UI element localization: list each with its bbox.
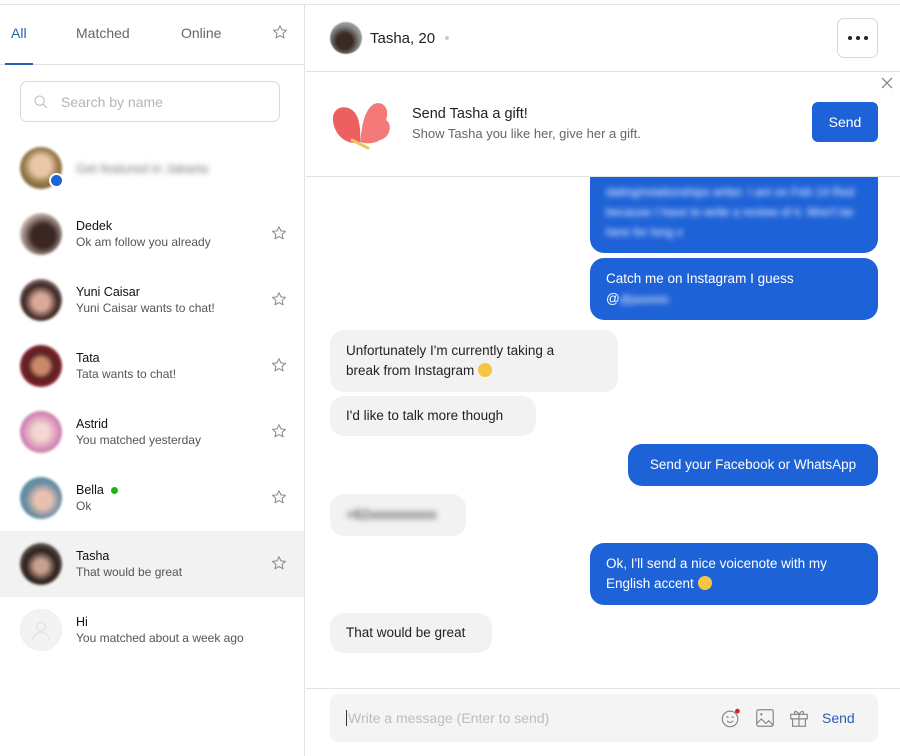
contact-item-selected[interactable]: Tasha That would be great: [0, 531, 304, 597]
chat-contact-name[interactable]: Tasha, 20: [370, 30, 435, 47]
close-icon[interactable]: [880, 76, 894, 90]
send-message-button[interactable]: Send: [822, 710, 855, 726]
avatar: [20, 213, 62, 255]
contact-name: Tasha: [76, 549, 110, 563]
contact-name: Yuni Caisar: [76, 285, 140, 299]
ellipsis-icon: [863, 36, 868, 40]
blurred-handle: @jasetolo: [619, 293, 669, 306]
tab-matched[interactable]: Matched: [76, 25, 130, 41]
star-icon[interactable]: [271, 291, 287, 307]
message-outgoing: dating/relationships writer. I am on Feb…: [590, 177, 878, 253]
search-box[interactable]: [20, 81, 280, 122]
active-tab-indicator: [5, 63, 33, 65]
message-text-part: break from Instagram: [346, 363, 475, 378]
contact-preview: Ok am follow you already: [76, 235, 211, 249]
chat-panel: Tasha, 20 Send Tasha a gift! Show Tasha …: [306, 5, 900, 756]
message-composer: Send: [330, 694, 878, 742]
message-text: Catch me on Instagram I guess: [606, 270, 794, 286]
contact-preview: You matched about a week ago: [76, 631, 244, 645]
star-icon[interactable]: [271, 357, 287, 373]
send-gift-button[interactable]: Send: [812, 102, 878, 142]
emoji-icon[interactable]: [720, 707, 742, 729]
message-text-line2: English accent: [606, 574, 862, 594]
contact-preview: You matched yesterday: [76, 433, 201, 447]
gift-icon[interactable]: [788, 707, 810, 729]
contact-name: Tata: [76, 351, 100, 365]
contact-list: Get featured in Jakarta Dedek Ok am foll…: [0, 135, 304, 663]
sweat-smile-emoji-icon: [478, 363, 493, 377]
more-options-button[interactable]: [837, 18, 878, 58]
message-text: dating/relationships writer. I am on Feb…: [606, 185, 855, 239]
status-dot: [445, 36, 450, 40]
default-avatar-icon: [20, 609, 62, 651]
get-featured-item[interactable]: Get featured in Jakarta: [0, 135, 304, 201]
avatar: [20, 345, 62, 387]
contact-name-text: Bella: [76, 483, 104, 497]
contact-name: Dedek: [76, 219, 113, 233]
star-icon[interactable]: [271, 423, 287, 439]
search-icon: [34, 94, 48, 108]
contact-name: Hi: [76, 615, 88, 629]
message-incoming: That would be great: [330, 613, 492, 653]
message-incoming: +62xxxxxxxxxx: [330, 494, 466, 536]
message-thread: dating/relationships writer. I am on Feb…: [306, 177, 900, 687]
star-icon[interactable]: [271, 555, 287, 571]
avatar: [20, 477, 62, 519]
message-text: +62xxxxxxxxxx: [346, 507, 437, 522]
conversation-list-panel: All Matched Online Get featured in Jakar…: [0, 5, 305, 756]
contact-item[interactable]: Bella Ok: [0, 465, 304, 531]
message-text-line2: break from Instagram: [346, 361, 602, 381]
message-text: That would be great: [346, 625, 466, 640]
message-text: Send your Facebook or WhatsApp: [649, 457, 857, 472]
gift-title: Send Tasha a gift!: [412, 106, 528, 122]
contact-item[interactable]: Hi You matched about a week ago: [0, 597, 304, 663]
chat-avatar[interactable]: [330, 22, 362, 54]
message-text-line2: @@jasetolo: [606, 289, 862, 310]
contact-preview: That would be great: [76, 565, 183, 579]
message-incoming: Unfortunately I'm currently taking a bre…: [330, 330, 618, 392]
plus-badge-icon: [49, 173, 64, 188]
message-outgoing: Ok, I'll send a nice voicenote with my E…: [590, 543, 878, 605]
message-text: I'd like to talk more though: [346, 408, 504, 423]
message-outgoing: Catch me on Instagram I guess @@jasetolo: [590, 258, 878, 320]
composer-divider: [306, 688, 900, 689]
contact-name: Astrid: [76, 417, 108, 431]
contact-item[interactable]: Yuni Caisar Yuni Caisar wants to chat!: [0, 267, 304, 333]
tab-online[interactable]: Online: [181, 25, 221, 41]
message-input[interactable]: [346, 710, 706, 726]
butterfly-gift-icon: [332, 103, 390, 150]
tab-all[interactable]: All: [11, 25, 27, 41]
star-icon[interactable]: [271, 489, 287, 505]
ellipsis-icon: [855, 36, 860, 40]
gift-banner: Send Tasha a gift! Show Tasha you like h…: [306, 72, 900, 177]
avatar: [20, 411, 62, 453]
smiling-face-emoji-icon: [697, 576, 712, 590]
avatar: [20, 543, 62, 585]
message-text: Unfortunately I'm currently taking a: [346, 343, 555, 358]
contact-item[interactable]: Dedek Ok am follow you already: [0, 201, 304, 267]
chat-header: Tasha, 20: [306, 5, 900, 72]
message-text: Ok, I'll send a nice voicenote with my: [606, 556, 827, 571]
message-incoming: I'd like to talk more though: [330, 396, 536, 436]
message-text-part: English accent: [606, 576, 694, 591]
featured-label: Get featured in Jakarta: [76, 160, 209, 176]
contact-name: Bella: [76, 482, 118, 498]
contact-item[interactable]: Astrid You matched yesterday: [0, 399, 304, 465]
message-outgoing: Send your Facebook or WhatsApp: [628, 444, 878, 486]
filter-tabs: All Matched Online: [0, 5, 304, 65]
contact-preview: Yuni Caisar wants to chat!: [76, 301, 215, 315]
contact-preview: Ok: [76, 499, 92, 513]
online-status-dot: [110, 486, 118, 494]
image-icon[interactable]: [754, 707, 776, 729]
favorites-star-icon[interactable]: [272, 24, 288, 40]
search-input[interactable]: [61, 93, 261, 110]
star-icon[interactable]: [271, 225, 287, 241]
contact-preview: Tata wants to chat!: [76, 367, 177, 381]
avatar: [20, 279, 62, 321]
ellipsis-icon: [847, 36, 852, 40]
contact-item[interactable]: Tata Tata wants to chat!: [0, 333, 304, 399]
gift-subtitle: Show Tasha you like her, give her a gift…: [412, 126, 641, 141]
